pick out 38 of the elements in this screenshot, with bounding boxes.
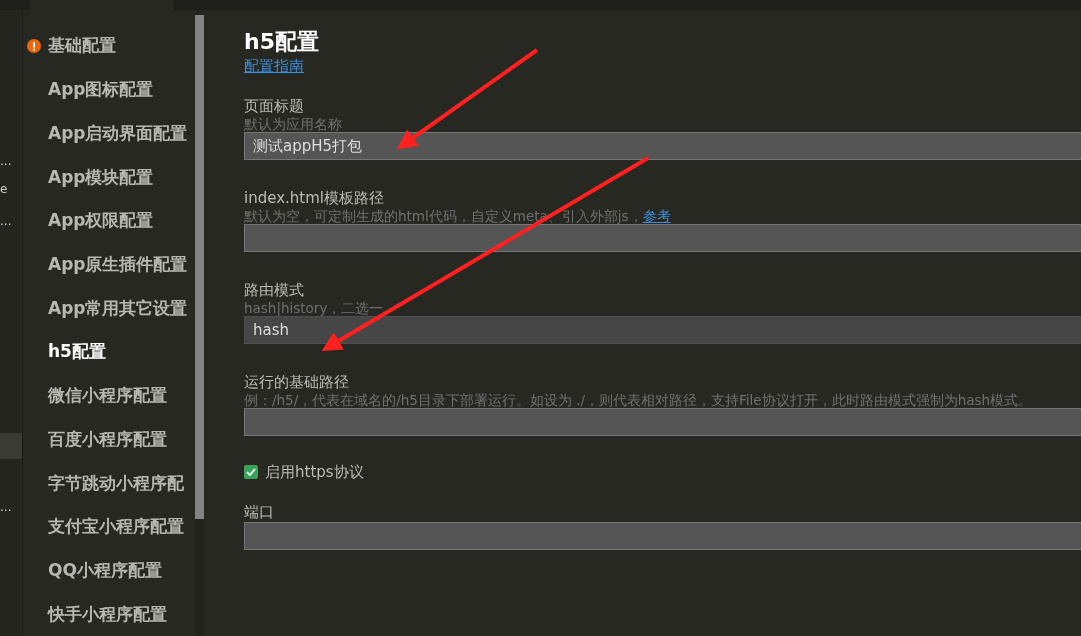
input-field[interactable] (244, 408, 1081, 436)
reference-link[interactable]: 参考 (642, 208, 671, 224)
tree-item[interactable]: ... (0, 499, 22, 519)
input-field[interactable] (244, 522, 1081, 550)
sidebar-item[interactable]: 百度小程序配置 (23, 417, 195, 462)
sidebar-item[interactable]: 基础配置 (23, 24, 195, 68)
sidebar-item[interactable]: App模块配置 (23, 155, 195, 199)
field-label: 页面标题 (244, 96, 304, 116)
input-field[interactable] (244, 224, 1081, 252)
section-title: h5配置 (244, 28, 320, 56)
tree-item[interactable]: e (0, 181, 22, 201)
checkbox[interactable] (244, 465, 258, 479)
field-hint: hash|history，二选一 (244, 300, 384, 316)
field-label: index.html模板路径 (244, 188, 384, 208)
sidebar-item[interactable]: App常用其它设置 (23, 286, 195, 331)
field-hint: 默认为应用名称 (244, 116, 342, 132)
field-label: 运行的基础路径 (244, 372, 349, 392)
sidebar-item[interactable]: 快手小程序配置 (23, 592, 195, 636)
field-label: 端口 (244, 502, 274, 522)
tree-item[interactable]: ... (0, 153, 22, 173)
select-field[interactable]: hash (244, 316, 1081, 344)
sidebar-item[interactable]: h5配置 (23, 330, 195, 374)
tree-item[interactable]: ... (0, 213, 22, 233)
sidebar-item[interactable]: App启动界面配置 (23, 111, 195, 156)
selected-row[interactable] (0, 433, 22, 459)
sidebar-item[interactable]: 微信小程序配置 (23, 373, 195, 418)
sidebar-item[interactable]: App图标配置 (23, 67, 195, 112)
sidebar-item[interactable]: 支付宝小程序配置 (23, 504, 195, 549)
sidebar-item[interactable]: QQ小程序配置 (23, 548, 195, 593)
input-field[interactable]: 测试appH5打包 (244, 132, 1081, 160)
checkbox-label: 启用https协议 (265, 462, 364, 482)
scrollbar-thumb[interactable] (195, 15, 204, 519)
field-hint: 例：/h5/，代表在域名的/h5目录下部署运行。如设为 ./，则代表相对路径，支持File协议打开，此时路由模式强制为hash模式。 (244, 392, 1033, 408)
sidebar-item[interactable]: App原生插件配置 (23, 242, 195, 287)
sidebar-item[interactable]: 字节跳动小程序配 (23, 461, 195, 505)
field-label: 路由模式 (244, 280, 304, 300)
guide-link[interactable]: 配置指南 (244, 56, 304, 76)
sidebar-item[interactable]: App权限配置 (23, 198, 195, 243)
